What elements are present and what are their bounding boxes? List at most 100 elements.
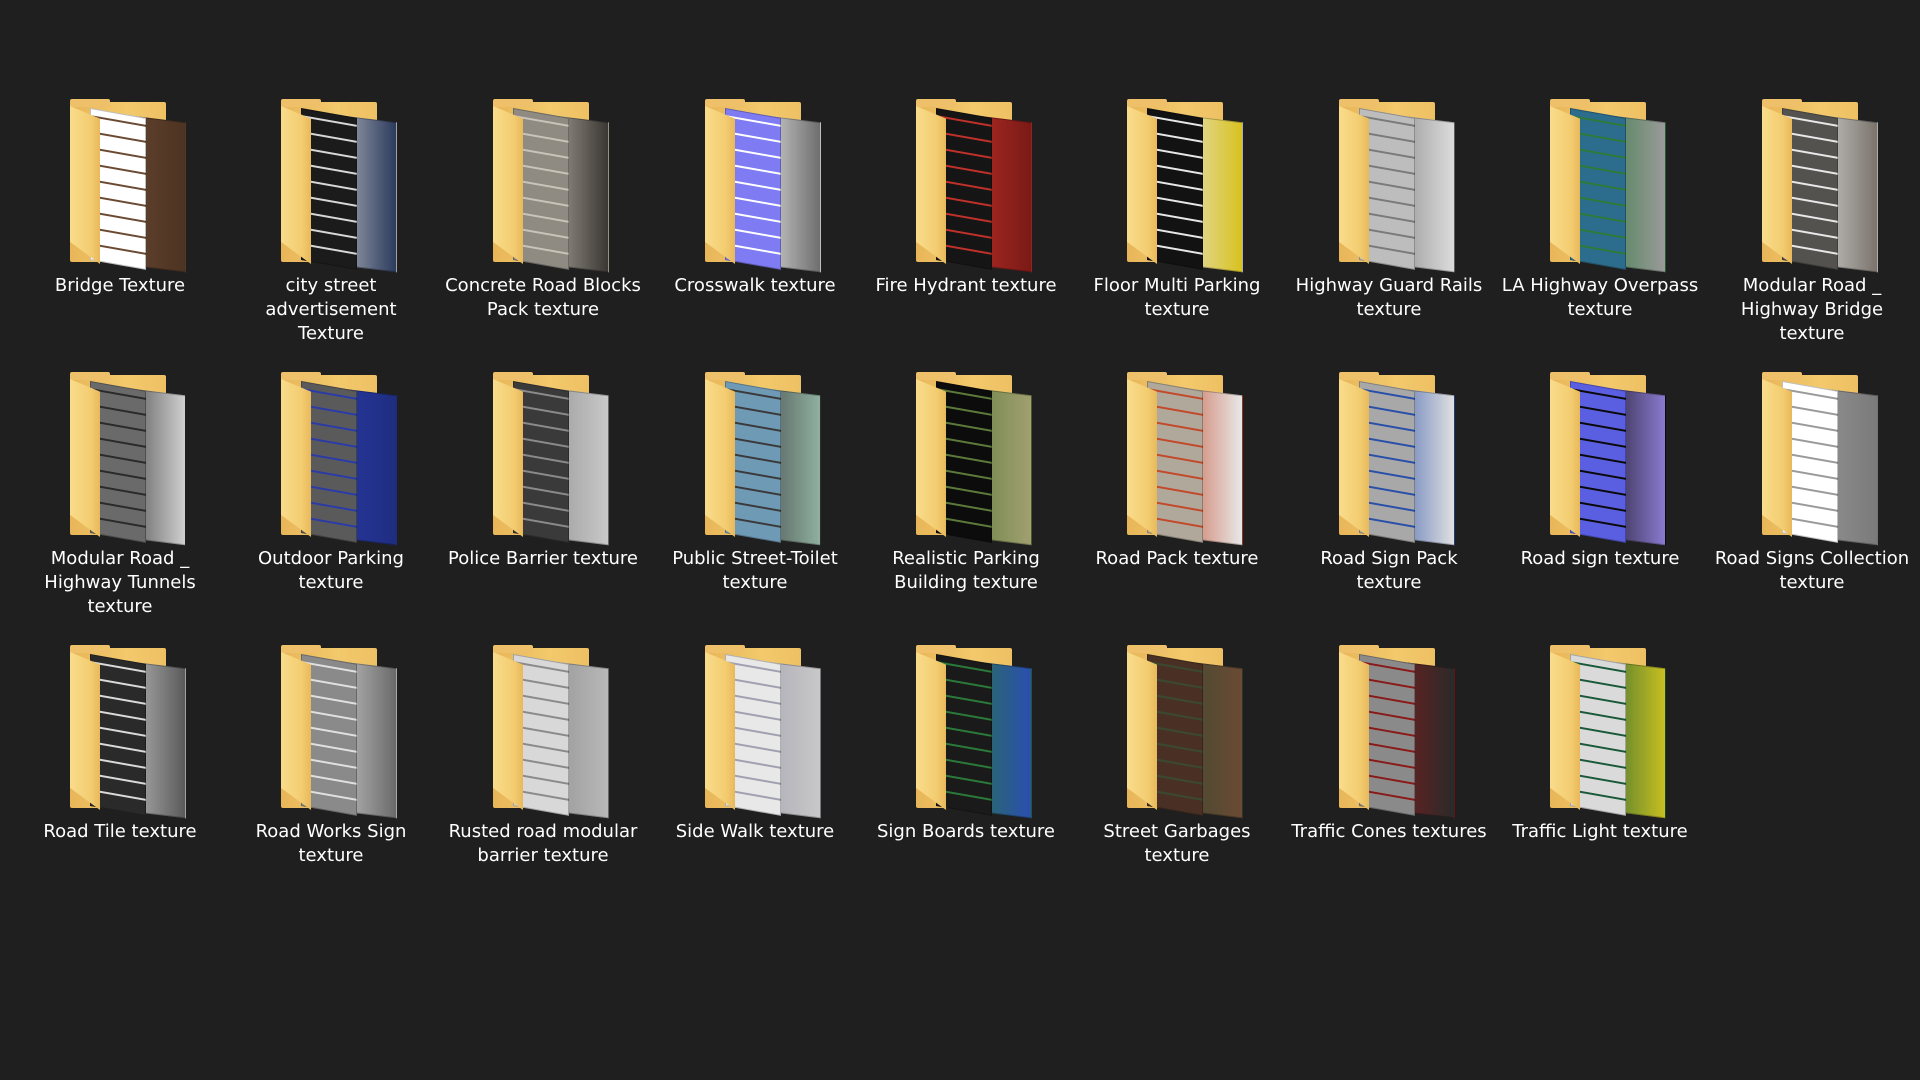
- folder-icon: [916, 99, 1040, 273]
- folder-label: Crosswalk texture: [674, 275, 836, 296]
- folder-label: Highway Guard Rails texture: [1295, 275, 1483, 320]
- folder-item-city-street-advertisement-texture[interactable]: city street advertisement Texture: [231, 99, 431, 362]
- folder-label: Sign Boards texture: [877, 821, 1055, 842]
- folder-label: Police Barrier texture: [448, 548, 638, 569]
- folder-item-traffic-light-texture[interactable]: Traffic Light texture: [1500, 645, 1700, 908]
- folder-icon: [70, 99, 194, 273]
- folder-label: Traffic Cones textures: [1291, 821, 1487, 842]
- folder-label: Road sign texture: [1520, 548, 1680, 569]
- folder-item-la-highway-overpass-texture[interactable]: LA Highway Overpass texture: [1500, 99, 1700, 362]
- folder-label: Public Street-Toilet texture: [672, 548, 838, 593]
- folder-item-road-works-sign-texture[interactable]: Road Works Sign texture: [231, 645, 431, 908]
- folder-front: [281, 106, 311, 264]
- folder-label: Side Walk texture: [675, 821, 835, 842]
- folder-item-bridge-texture[interactable]: Bridge Texture: [20, 99, 220, 362]
- folder-icon: [493, 645, 617, 819]
- folder-item-concrete-road-blocks-pack-texture[interactable]: Concrete Road Blocks Pack texture: [443, 99, 643, 362]
- folder-label: Road Works Sign texture: [255, 821, 407, 866]
- folder-front: [1127, 652, 1157, 810]
- folder-icon: [1550, 645, 1674, 819]
- folder-label: city street advertisement Texture: [265, 275, 397, 344]
- folder-item-fire-hydrant-texture[interactable]: Fire Hydrant texture: [866, 99, 1066, 362]
- folder-front: [1339, 652, 1369, 810]
- folder-item-road-tile-texture[interactable]: Road Tile texture: [20, 645, 220, 908]
- folder-icon: [705, 645, 829, 819]
- folder-icon: [1339, 645, 1463, 819]
- folder-front: [493, 379, 523, 537]
- folder-front: [1127, 379, 1157, 537]
- folder-front: [493, 106, 523, 264]
- folder-front: [1762, 379, 1792, 537]
- folder-front: [1550, 379, 1580, 537]
- folder-icon: [493, 372, 617, 546]
- folder-icon: [1762, 99, 1886, 273]
- folder-front: [916, 106, 946, 264]
- folder-item-realistic-parking-building-texture[interactable]: Realistic Parking Building texture: [866, 372, 1066, 635]
- folder-front: [705, 652, 735, 810]
- folder-item-highway-guard-rails-texture[interactable]: Highway Guard Rails texture: [1289, 99, 1489, 362]
- folder-icon: [1339, 99, 1463, 273]
- folder-icon: [281, 372, 405, 546]
- folder-front: [1339, 379, 1369, 537]
- folder-front: [70, 106, 100, 264]
- folder-item-rusted-road-modular-barrier-texture[interactable]: Rusted road modular barrier texture: [443, 645, 643, 908]
- folder-label: LA Highway Overpass texture: [1501, 275, 1699, 320]
- folder-front: [1550, 106, 1580, 264]
- folder-front: [281, 652, 311, 810]
- folder-item-police-barrier-texture[interactable]: Police Barrier texture: [443, 372, 643, 635]
- folder-front: [705, 379, 735, 537]
- folder-item-road-signs-collection-texture[interactable]: Road Signs Collection texture: [1712, 372, 1912, 635]
- folder-icon: [1127, 645, 1251, 819]
- folder-item-sign-boards-texture[interactable]: Sign Boards texture: [866, 645, 1066, 908]
- folder-item-floor-multi-parking-texture[interactable]: Floor Multi Parking texture: [1077, 99, 1277, 362]
- explorer-content-area: Bridge Texture city street advertisement …: [0, 0, 1920, 1080]
- folder-icon: [70, 645, 194, 819]
- folder-item-road-pack-texture[interactable]: Road Pack texture: [1077, 372, 1277, 635]
- folder-front: [1127, 106, 1157, 264]
- folder-icon: [70, 372, 194, 546]
- folder-front: [1762, 106, 1792, 264]
- folder-label: Floor Multi Parking texture: [1093, 275, 1261, 320]
- folder-icon: [1127, 372, 1251, 546]
- folder-label: Modular Road _ Highway Bridge texture: [1740, 275, 1884, 344]
- folder-icon: [281, 99, 405, 273]
- folder-item-modular-road-highway-bridge-texture[interactable]: Modular Road _ Highway Bridge texture: [1712, 99, 1912, 362]
- folder-front: [705, 106, 735, 264]
- folder-icon: [281, 645, 405, 819]
- folder-label: Street Garbages texture: [1103, 821, 1251, 866]
- folder-item-modular-road-highway-tunnels-texture[interactable]: Modular Road _ Highway Tunnels texture: [20, 372, 220, 635]
- folder-icon: [916, 372, 1040, 546]
- folder-label: Road Tile texture: [43, 821, 197, 842]
- folder-front: [281, 379, 311, 537]
- folder-label: Traffic Light texture: [1512, 821, 1688, 842]
- folder-label: Rusted road modular barrier texture: [448, 821, 638, 866]
- folder-item-road-sign-texture[interactable]: Road sign texture: [1500, 372, 1700, 635]
- folder-label: Bridge Texture: [54, 275, 186, 296]
- folder-front: [916, 652, 946, 810]
- folder-item-public-street-toilet-texture[interactable]: Public Street-Toilet texture: [655, 372, 855, 635]
- folder-icon: [705, 99, 829, 273]
- folder-label: Fire Hydrant texture: [875, 275, 1057, 296]
- folder-label: Road Sign Pack texture: [1320, 548, 1458, 593]
- folder-front: [1339, 106, 1369, 264]
- folder-front: [916, 379, 946, 537]
- folder-item-traffic-cones-textures[interactable]: Traffic Cones textures: [1289, 645, 1489, 908]
- folder-item-street-garbages-texture[interactable]: Street Garbages texture: [1077, 645, 1277, 908]
- folder-icon: [1550, 372, 1674, 546]
- folder-icon: [1127, 99, 1251, 273]
- folder-item-outdoor-parking-texture[interactable]: Outdoor Parking texture: [231, 372, 431, 635]
- folder-label: Outdoor Parking texture: [258, 548, 404, 593]
- folder-icon: [1339, 372, 1463, 546]
- folder-label: Realistic Parking Building texture: [892, 548, 1040, 593]
- folder-icon: [705, 372, 829, 546]
- folder-label: Road Pack texture: [1095, 548, 1259, 569]
- folder-label: Concrete Road Blocks Pack texture: [445, 275, 641, 320]
- folder-icon: [1550, 99, 1674, 273]
- folder-item-side-walk-texture[interactable]: Side Walk texture: [655, 645, 855, 908]
- folder-front: [1550, 652, 1580, 810]
- folder-icon: [493, 99, 617, 273]
- folder-item-crosswalk-texture[interactable]: Crosswalk texture: [655, 99, 855, 362]
- folder-label: Modular Road _ Highway Tunnels texture: [44, 548, 196, 617]
- folder-front: [70, 652, 100, 810]
- folder-item-road-sign-pack-texture[interactable]: Road Sign Pack texture: [1289, 372, 1489, 635]
